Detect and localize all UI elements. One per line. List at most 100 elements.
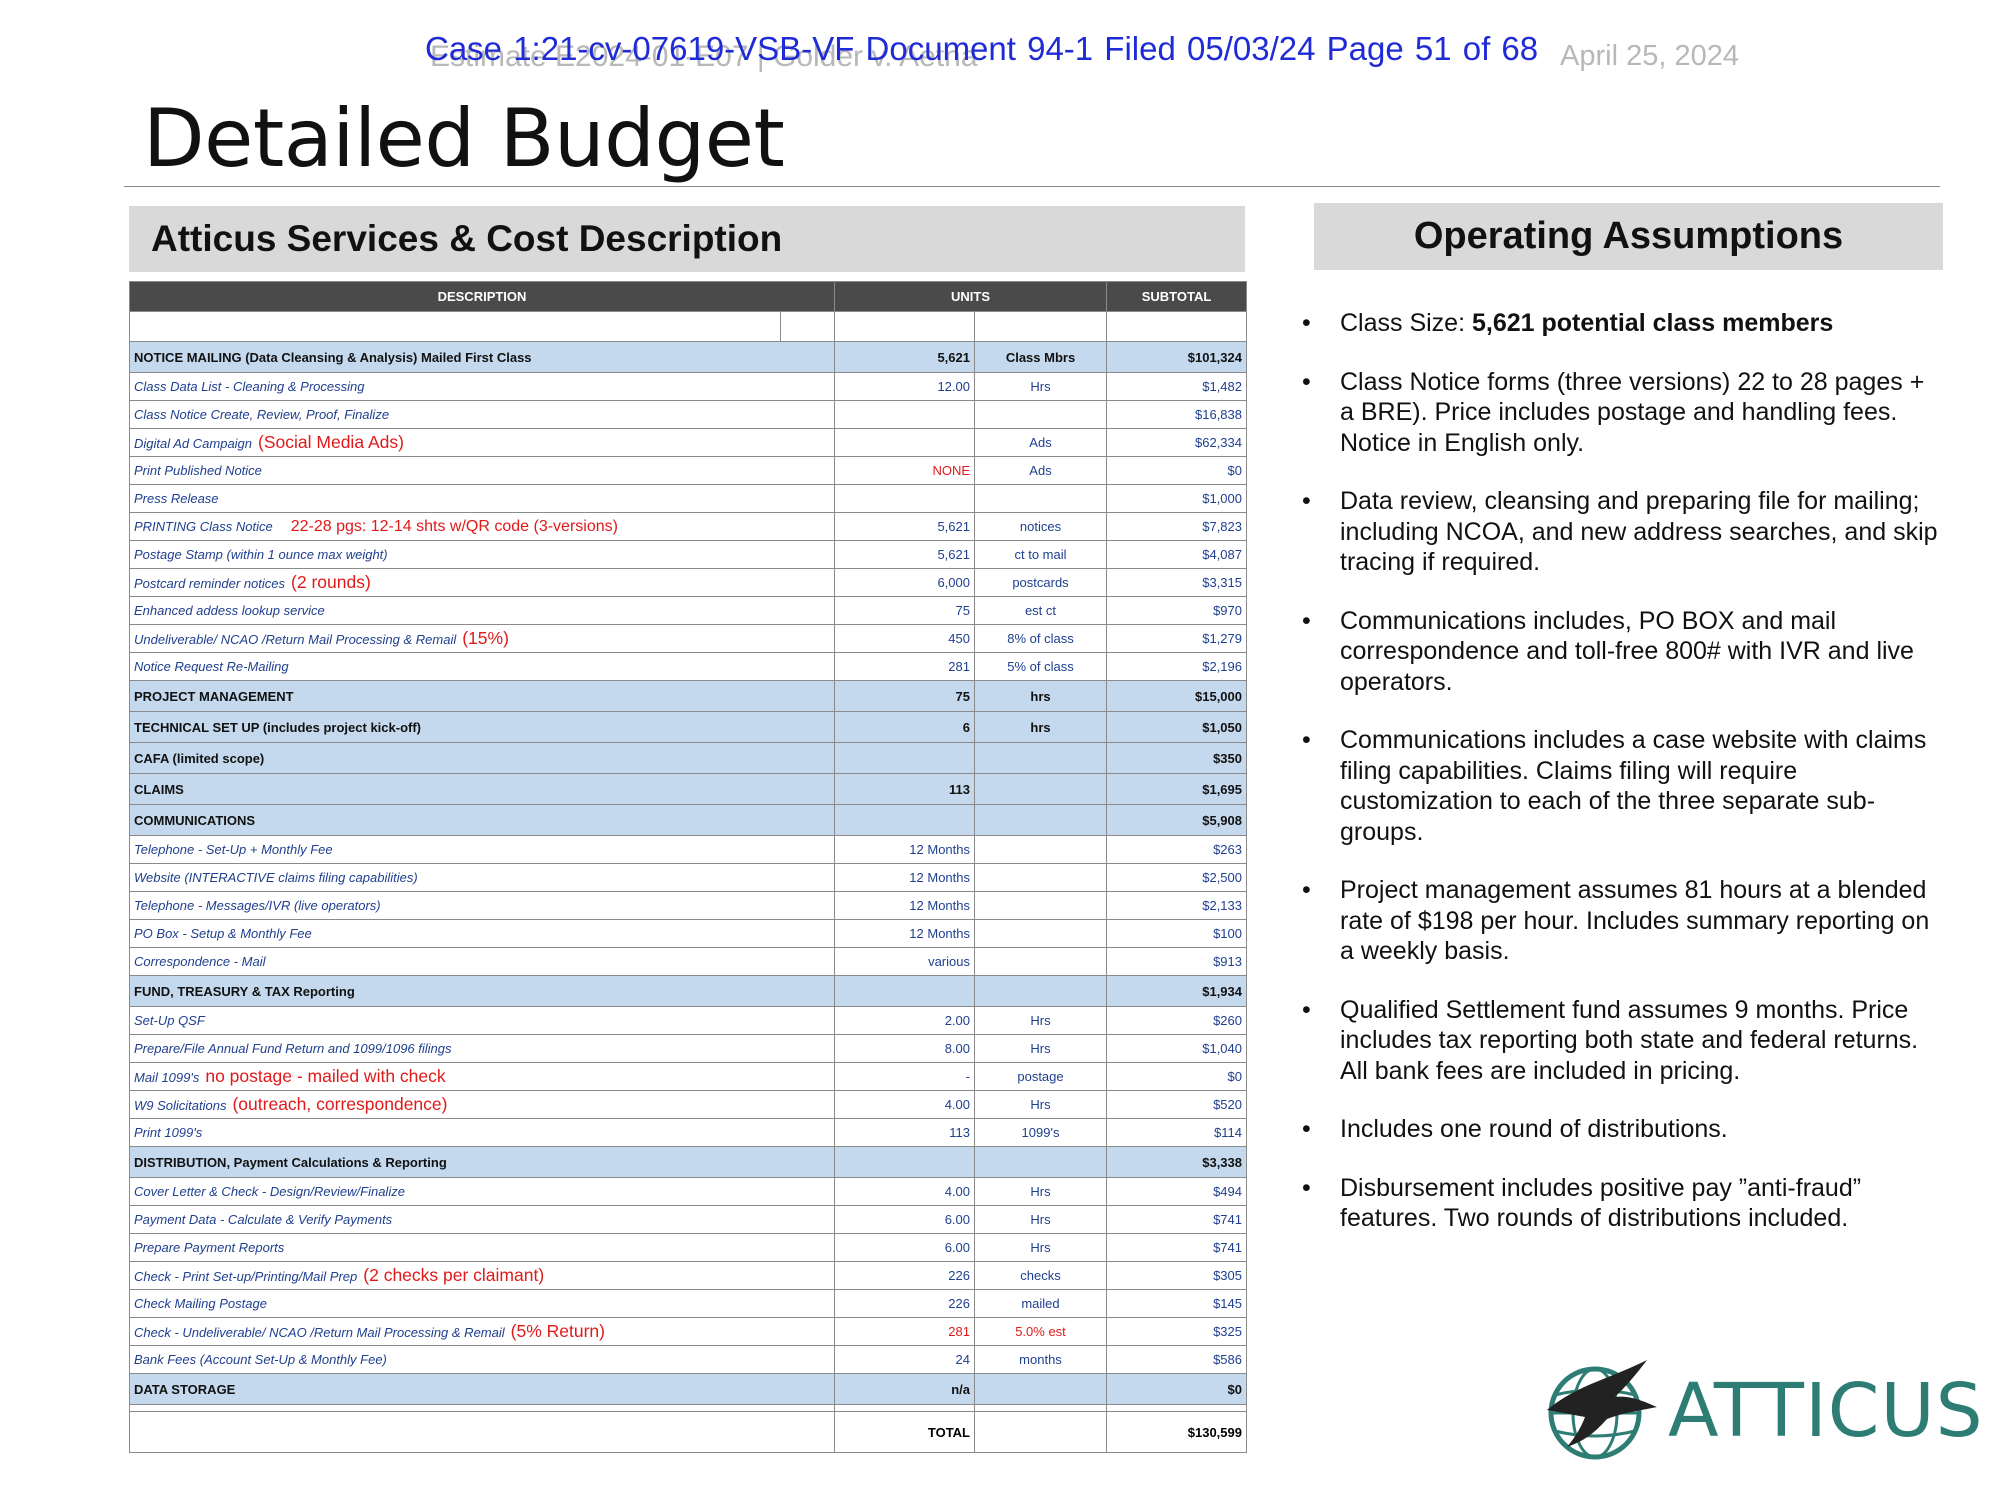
row-unit: hrs <box>974 680 1107 712</box>
row-quantity: 75 <box>834 680 975 712</box>
row-description: W9 Solicitations (outreach, correspondenc… <box>129 1090 835 1119</box>
row-description: Print Published Notice <box>129 456 835 485</box>
row-description-text: TECHNICAL SET UP (includes project kick-… <box>134 719 422 735</box>
row-subtotal: $3,338 <box>1106 1146 1247 1178</box>
header-description: DESCRIPTION <box>129 281 835 312</box>
bullet-icon: • <box>1302 606 1311 635</box>
assumption-item: • Class Notice forms (three versions) 22 … <box>1302 367 1942 459</box>
row-description-text: NOTICE MAILING (Data Cleansing & Analysi… <box>134 349 532 365</box>
row-quantity: 12 Months <box>834 835 975 864</box>
row-description: Class Notice Create, Review, Proof, Fina… <box>129 400 835 429</box>
row-subtotal: $494 <box>1106 1177 1247 1206</box>
row-subtotal: $2,500 <box>1106 863 1247 892</box>
row-subtotal: $1,934 <box>1106 975 1247 1007</box>
row-note: (15%) <box>462 628 509 648</box>
table-header-row: DESCRIPTION UNITS SUBTOTAL <box>129 281 1247 312</box>
row-unit: Ads <box>974 456 1107 485</box>
assumption-highlight: 5,621 potential class members <box>1471 309 1834 337</box>
row-quantity: 450 <box>834 624 975 653</box>
assumption-text: Class Size: <box>1340 309 1472 337</box>
row-description-text: Mail 1099's <box>134 1070 200 1085</box>
row-subtotal: $3,315 <box>1106 568 1247 597</box>
atticus-logo-text: ATTICUS <box>1668 1368 1984 1454</box>
assumptions-section-header: Operating Assumptions <box>1314 203 1943 270</box>
row-description: Class Data List - Cleaning & Processing <box>129 372 835 401</box>
row-description-text: Bank Fees (Account Set-Up & Monthly Fee) <box>134 1352 387 1367</box>
row-subtotal: $263 <box>1106 835 1247 864</box>
assumption-text: Class Notice forms (three versions) 22 t… <box>1340 367 1925 457</box>
row-quantity <box>834 804 975 836</box>
row-description-text: COMMUNICATIONS <box>134 812 256 828</box>
bullet-icon: • <box>1302 367 1311 396</box>
table-row: Notice Request Re-Mailing 281 5% of class $… <box>129 652 1247 681</box>
table-section-row: PROJECT MANAGEMENT 75 hrs $15,000 <box>129 680 1247 712</box>
row-subtotal: $1,050 <box>1106 711 1247 743</box>
row-description: Telephone - Set-Up + Monthly Fee <box>129 835 835 864</box>
row-subtotal: $145 <box>1106 1289 1247 1318</box>
row-description-text: DATA STORAGE <box>134 1381 236 1397</box>
table-row: Check - Undeliverable/ NCAO /Return Mail… <box>129 1317 1247 1346</box>
table-section-row: DISTRIBUTION, Payment Calculations & Rep… <box>129 1146 1247 1178</box>
row-unit: Hrs <box>974 1034 1107 1063</box>
row-quantity: 6.00 <box>834 1205 975 1234</box>
budget-table-body: DESCRIPTION UNITS SUBTOTAL NOTICE MAILIN… <box>129 281 1247 1453</box>
row-subtotal: $5,908 <box>1106 804 1247 836</box>
row-description-text: Postcard reminder notices <box>134 576 286 591</box>
row-quantity: 281 <box>834 652 975 681</box>
row-description: Notice Request Re-Mailing <box>129 652 835 681</box>
table-row: Bank Fees (Account Set-Up & Monthly Fee)… <box>129 1345 1247 1374</box>
row-subtotal: $0 <box>1106 1062 1247 1091</box>
row-description-text: Print 1099's <box>134 1125 203 1140</box>
row-description-text: Prepare/File Annual Fund Return and 1099… <box>134 1041 452 1056</box>
row-subtotal: $1,279 <box>1106 624 1247 653</box>
row-subtotal: $16,838 <box>1106 400 1247 429</box>
row-subtotal: $520 <box>1106 1090 1247 1119</box>
table-row: Undeliverable/ NCAO /Return Mail Process… <box>129 624 1247 653</box>
row-description-text: DISTRIBUTION, Payment Calculations & Rep… <box>134 1154 447 1170</box>
row-quantity: 12 Months <box>834 891 975 920</box>
row-subtotal: $1,040 <box>1106 1034 1247 1063</box>
row-subtotal: $260 <box>1106 1006 1247 1035</box>
row-description-text: W9 Solicitations <box>134 1098 227 1113</box>
total-row: TOTAL $130,599 <box>129 1411 1247 1453</box>
row-quantity: various <box>834 947 975 976</box>
budget-table: DESCRIPTION UNITS SUBTOTAL NOTICE MAILIN… <box>129 281 1247 1453</box>
table-section-row: TECHNICAL SET UP (includes project kick-… <box>129 711 1247 743</box>
row-description-text: Telephone - Set-Up + Monthly Fee <box>134 842 333 857</box>
row-quantity: 12 Months <box>834 919 975 948</box>
table-row: Class Data List - Cleaning & Processing 1… <box>129 372 1247 401</box>
row-quantity: 24 <box>834 1345 975 1374</box>
row-unit <box>974 891 1107 920</box>
row-unit <box>974 742 1107 774</box>
row-subtotal: $114 <box>1106 1118 1247 1147</box>
row-subtotal: $62,334 <box>1106 428 1247 457</box>
row-subtotal: $0 <box>1106 1373 1247 1405</box>
table-row: W9 Solicitations (outreach, correspondenc… <box>129 1090 1247 1119</box>
row-description: Undeliverable/ NCAO /Return Mail Process… <box>129 624 835 653</box>
row-description: COMMUNICATIONS <box>129 804 835 836</box>
row-description-text: Check Mailing Postage <box>134 1296 267 1311</box>
row-description: Postage Stamp (within 1 ounce max weight… <box>129 540 835 569</box>
assumption-text: Communications includes a case website w… <box>1340 726 1927 846</box>
row-unit: Hrs <box>974 1233 1107 1262</box>
assumption-item: • Communications includes a case website … <box>1302 725 1942 847</box>
table-row: Digital Ad Campaign (Social Media Ads) Ads… <box>129 428 1247 457</box>
row-quantity <box>834 1146 975 1178</box>
row-quantity: 6.00 <box>834 1233 975 1262</box>
table-row: Postage Stamp (within 1 ounce max weight… <box>129 540 1247 569</box>
row-subtotal: $913 <box>1106 947 1247 976</box>
table-row: Mail 1099's no postage - mailed with chec… <box>129 1062 1247 1091</box>
row-quantity: 12.00 <box>834 372 975 401</box>
table-row: PRINTING Class Notice 22-28 pgs: 12-14 sh… <box>129 512 1247 541</box>
row-description: Digital Ad Campaign (Social Media Ads) <box>129 428 835 457</box>
row-quantity <box>834 484 975 513</box>
row-subtotal: $2,196 <box>1106 652 1247 681</box>
row-quantity: - <box>834 1062 975 1091</box>
assumption-item: • Includes one round of distributions. <box>1302 1114 1942 1145</box>
row-quantity: 2.00 <box>834 1006 975 1035</box>
row-unit: postage <box>974 1062 1107 1091</box>
row-description: NOTICE MAILING (Data Cleansing & Analysi… <box>129 341 835 373</box>
row-description-text: PRINTING Class Notice <box>134 518 273 534</box>
row-quantity <box>834 742 975 774</box>
row-description: Press Release <box>129 484 835 513</box>
